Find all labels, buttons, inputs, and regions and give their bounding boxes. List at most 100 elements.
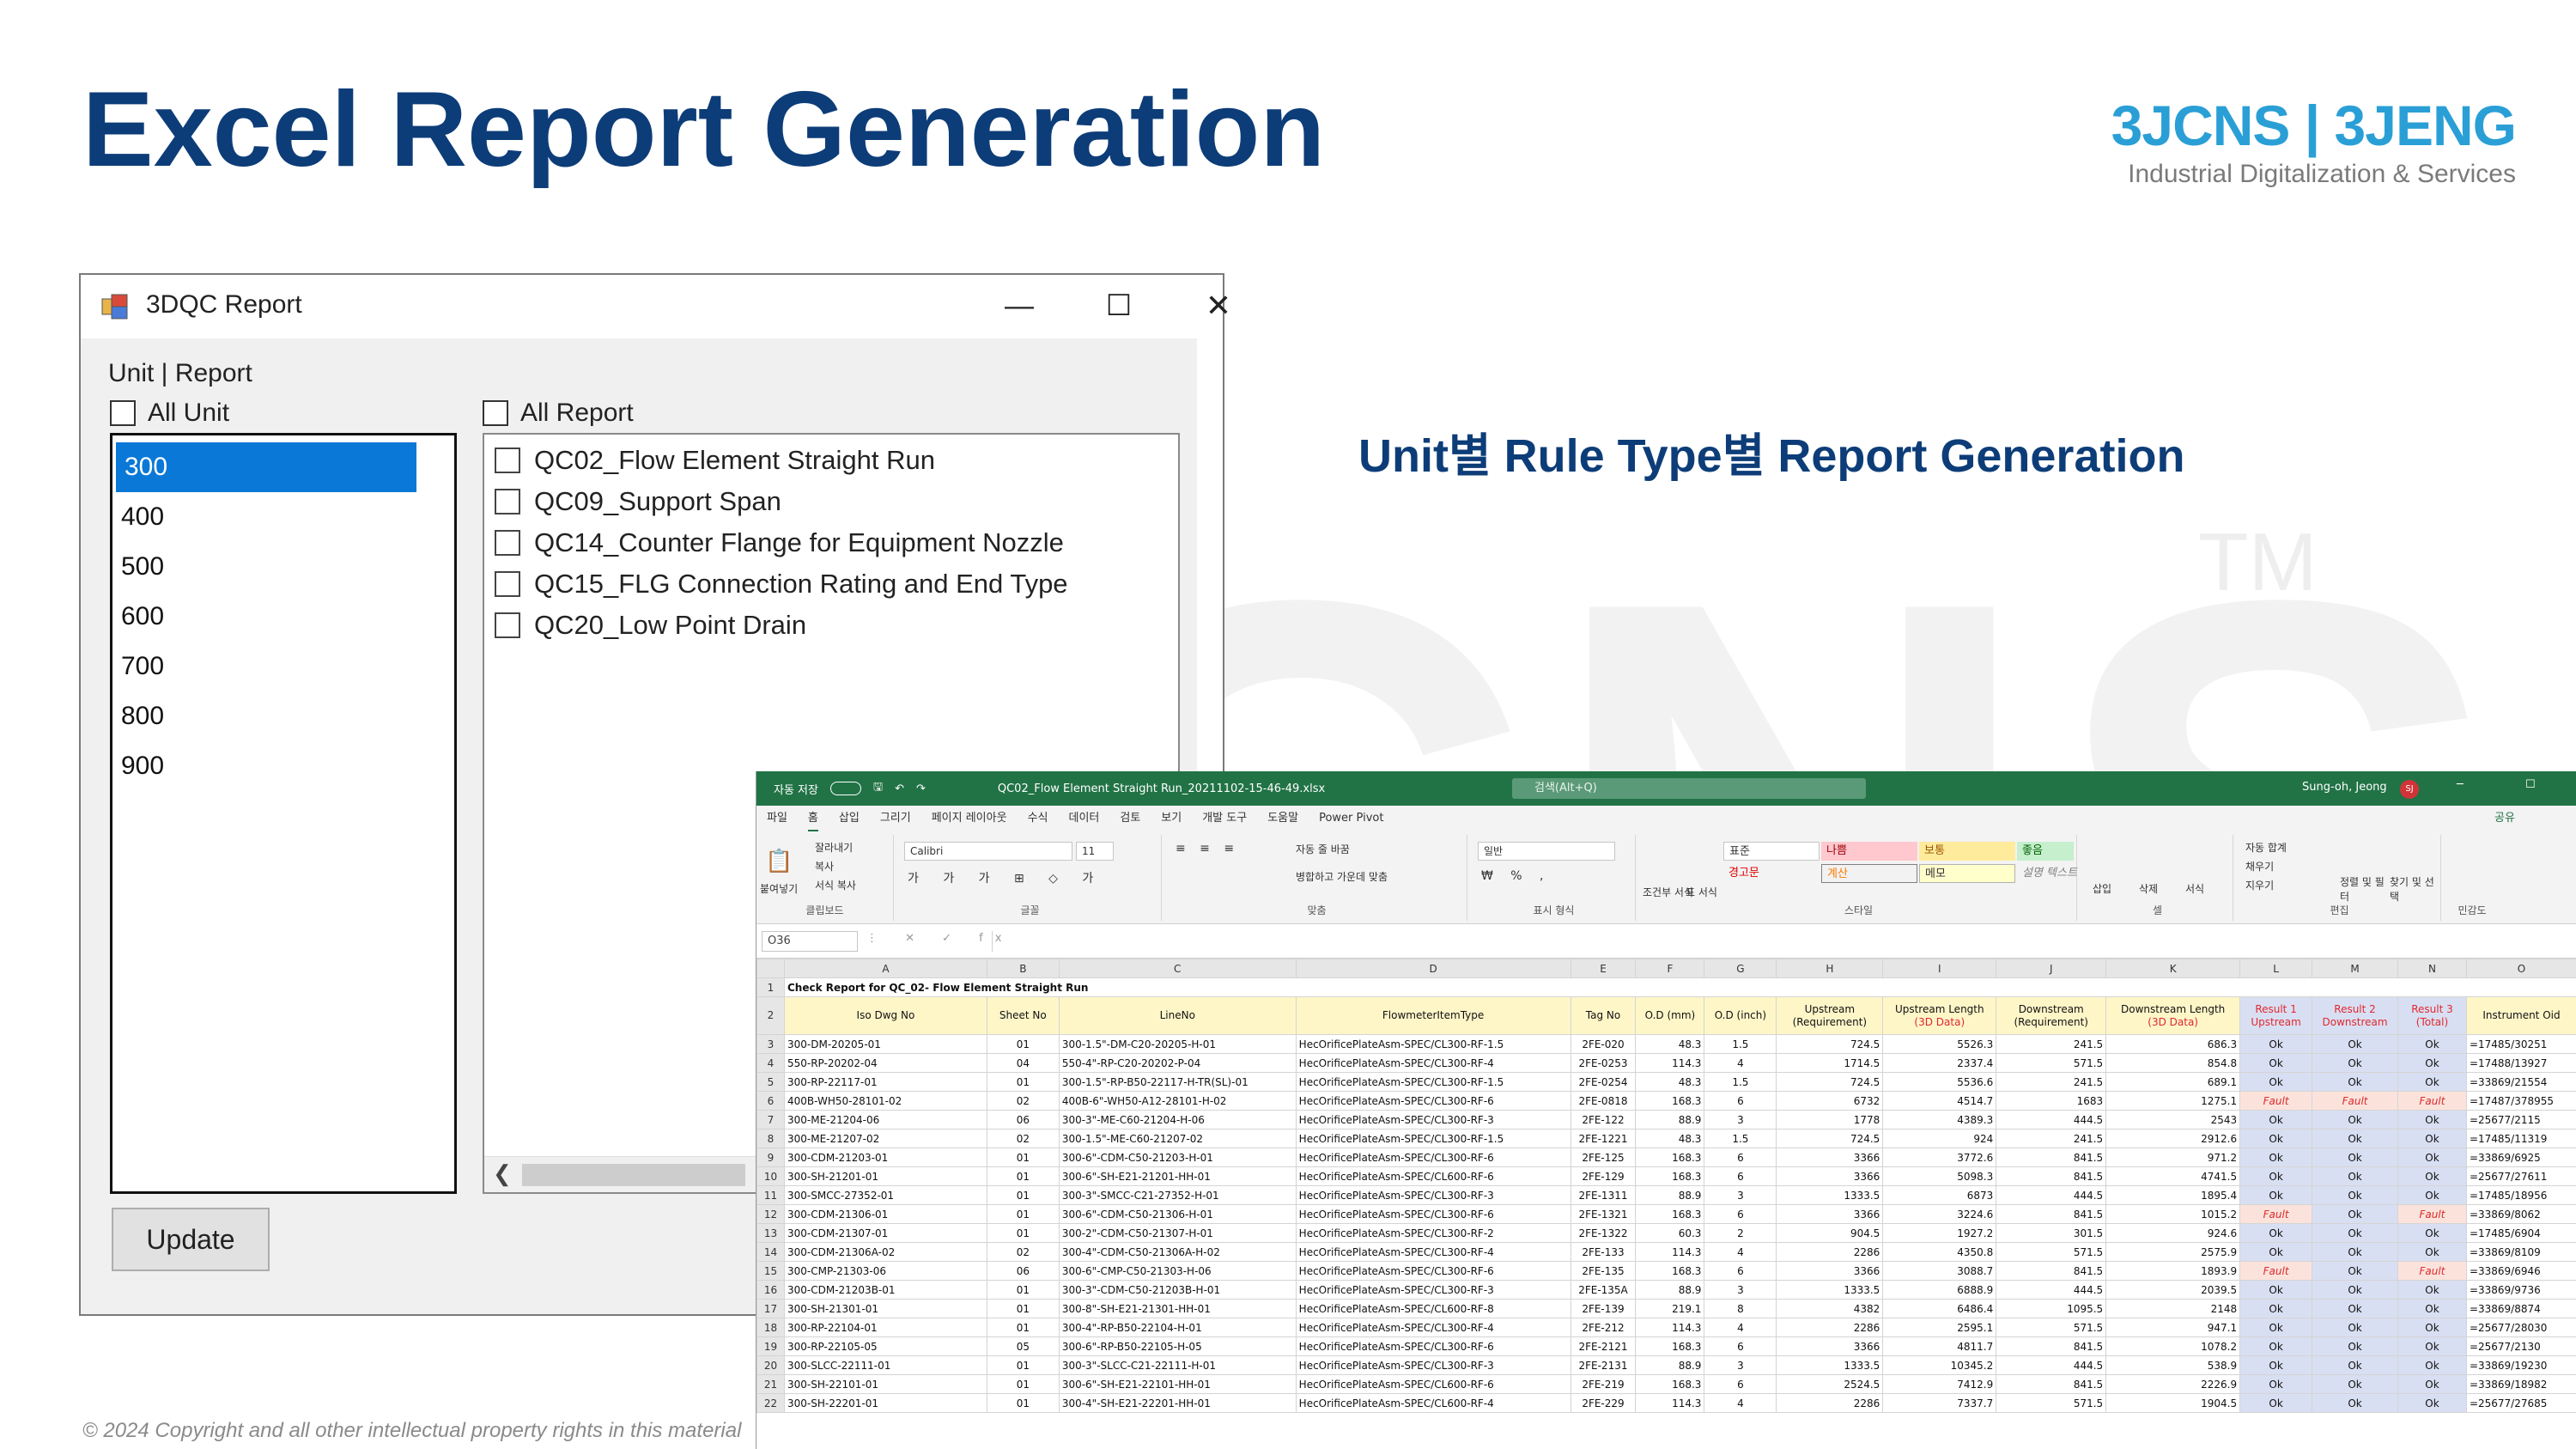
row-number[interactable]: 15: [756, 1261, 785, 1281]
table-cell[interactable]: =33869/21554: [2465, 1072, 2576, 1092]
style-calc[interactable]: 계산: [1821, 864, 1917, 883]
table-cell[interactable]: 06: [986, 1110, 1060, 1129]
header-cell[interactable]: Instrument Oid: [2465, 996, 2576, 1035]
table-cell[interactable]: 168.3: [1635, 1204, 1705, 1224]
table-cell[interactable]: Ok: [2312, 1336, 2398, 1356]
tab-insert[interactable]: 삽입: [839, 806, 860, 831]
checkbox-icon[interactable]: [110, 400, 136, 426]
table-cell[interactable]: 2039.5: [2105, 1280, 2241, 1300]
col-header-c[interactable]: C: [1058, 959, 1297, 978]
style-neutral[interactable]: 보통: [1919, 842, 2015, 861]
table-cell[interactable]: 01: [986, 1374, 1060, 1394]
table-cell[interactable]: =33869/18982: [2465, 1374, 2576, 1394]
scroll-left-icon[interactable]: ❮: [493, 1160, 512, 1187]
table-cell[interactable]: 10345.2: [1882, 1355, 1997, 1375]
row-number[interactable]: 10: [756, 1166, 785, 1186]
row-number[interactable]: 6: [756, 1091, 785, 1111]
row-number[interactable]: 2: [756, 996, 785, 1035]
table-cell[interactable]: 924.6: [2105, 1223, 2241, 1243]
col-header-n[interactable]: N: [2397, 959, 2467, 978]
table-cell[interactable]: 1078.2: [2105, 1336, 2241, 1356]
table-cell[interactable]: 2FE-020: [1570, 1034, 1637, 1054]
header-cell[interactable]: FlowmeterItemType: [1295, 996, 1571, 1035]
row-number[interactable]: 5: [756, 1072, 785, 1092]
table-cell[interactable]: 2286: [1776, 1242, 1884, 1262]
table-cell[interactable]: Fault: [2239, 1091, 2313, 1111]
table-cell[interactable]: Ok: [2239, 1299, 2313, 1318]
table-cell[interactable]: 2FE-1221: [1570, 1129, 1637, 1148]
table-cell[interactable]: HecOrificePlateAsm-SPEC/CL300-RF-2: [1295, 1223, 1571, 1243]
table-cell[interactable]: 1904.5: [2105, 1393, 2241, 1413]
table-cell[interactable]: HecOrificePlateAsm-SPEC/CL300-RF-3: [1295, 1280, 1571, 1300]
autosum-button[interactable]: 자동 합계: [2245, 840, 2287, 855]
table-cell[interactable]: 5526.3: [1882, 1034, 1997, 1054]
table-cell[interactable]: Ok: [2239, 1355, 2313, 1375]
table-cell[interactable]: 300-6"-CDM-C50-21306-H-01: [1058, 1204, 1297, 1224]
table-cell[interactable]: 2286: [1776, 1318, 1884, 1337]
table-cell[interactable]: 2FE-125: [1570, 1148, 1637, 1167]
table-cell[interactable]: 300-3"-SMCC-C21-27352-H-01: [1058, 1185, 1297, 1205]
table-cell[interactable]: Ok: [2239, 1185, 2313, 1205]
table-cell[interactable]: Ok: [2312, 1318, 2398, 1337]
table-cell[interactable]: 2FE-139: [1570, 1299, 1637, 1318]
table-cell[interactable]: Ok: [2397, 1072, 2467, 1092]
sensitivity-label[interactable]: 민감도: [2446, 903, 2498, 917]
table-cell[interactable]: Ok: [2312, 1053, 2398, 1073]
table-cell[interactable]: Ok: [2397, 1148, 2467, 1167]
row-number[interactable]: 16: [756, 1280, 785, 1300]
table-cell[interactable]: 219.1: [1635, 1299, 1705, 1318]
table-cell[interactable]: 300-SH-21201-01: [783, 1166, 987, 1186]
table-cell[interactable]: Ok: [2239, 1374, 2313, 1394]
col-header-i[interactable]: I: [1882, 959, 1997, 978]
table-cell[interactable]: 5536.6: [1882, 1072, 1997, 1092]
tab-power-pivot[interactable]: Power Pivot: [1319, 806, 1383, 831]
undo-icon[interactable]: ↶: [895, 782, 904, 795]
table-cell[interactable]: 2FE-2131: [1570, 1355, 1637, 1375]
style-warning[interactable]: 경고문: [1723, 864, 1820, 883]
table-cell[interactable]: 4: [1704, 1318, 1777, 1337]
tab-help[interactable]: 도움말: [1267, 806, 1298, 831]
table-cell[interactable]: 1.5: [1704, 1072, 1777, 1092]
table-cell[interactable]: 854.8: [2105, 1053, 2241, 1073]
table-cell[interactable]: Fault: [2239, 1204, 2313, 1224]
close-icon[interactable]: ✕: [1199, 287, 1238, 325]
table-cell[interactable]: Ok: [2312, 1072, 2398, 1092]
table-cell[interactable]: 4811.7: [1882, 1336, 1997, 1356]
paste-icon[interactable]: 📋: [765, 849, 793, 874]
table-cell[interactable]: Fault: [2397, 1261, 2467, 1281]
table-cell[interactable]: 168.3: [1635, 1261, 1705, 1281]
table-cell[interactable]: Ok: [2239, 1110, 2313, 1129]
table-cell[interactable]: 1927.2: [1882, 1223, 1997, 1243]
table-cell[interactable]: HecOrificePlateAsm-SPEC/CL300-RF-4: [1295, 1053, 1571, 1073]
header-cell[interactable]: Result 2 Downstream: [2312, 996, 2398, 1035]
table-cell[interactable]: 114.3: [1635, 1242, 1705, 1262]
table-cell[interactable]: 1015.2: [2105, 1204, 2241, 1224]
table-cell[interactable]: =17485/11319: [2465, 1129, 2576, 1148]
header-cell[interactable]: Upstream Length (3D Data): [1882, 996, 1997, 1035]
table-cell[interactable]: HecOrificePlateAsm-SPEC/CL600-RF-6: [1295, 1166, 1571, 1186]
table-cell[interactable]: 2337.4: [1882, 1053, 1997, 1073]
table-cell[interactable]: 1.5: [1704, 1034, 1777, 1054]
tab-formulas[interactable]: 수식: [1028, 806, 1048, 831]
table-cell[interactable]: 6732: [1776, 1091, 1884, 1111]
table-cell[interactable]: =25677/2130: [2465, 1336, 2576, 1356]
table-cell[interactable]: 841.5: [1996, 1374, 2107, 1394]
table-cell[interactable]: 4350.8: [1882, 1242, 1997, 1262]
formula-input[interactable]: [992, 931, 2576, 952]
table-cell[interactable]: Ok: [2239, 1072, 2313, 1092]
table-cell[interactable]: 689.1: [2105, 1072, 2241, 1092]
table-cell[interactable]: 2226.9: [2105, 1374, 2241, 1394]
table-cell[interactable]: 300-SH-21301-01: [783, 1299, 987, 1318]
table-cell[interactable]: =25677/2115: [2465, 1110, 2576, 1129]
table-cell[interactable]: 05: [986, 1336, 1060, 1356]
table-cell[interactable]: 168.3: [1635, 1336, 1705, 1356]
minimize-icon[interactable]: —: [999, 287, 1039, 325]
table-cell[interactable]: 4389.3: [1882, 1110, 1997, 1129]
merge-center-button[interactable]: 병합하고 가운데 맞춤: [1296, 869, 1388, 884]
table-cell[interactable]: 168.3: [1635, 1166, 1705, 1186]
table-cell[interactable]: Fault: [2397, 1091, 2467, 1111]
table-cell[interactable]: 724.5: [1776, 1072, 1884, 1092]
table-cell[interactable]: 02: [986, 1242, 1060, 1262]
table-cell[interactable]: Ok: [2239, 1223, 2313, 1243]
table-cell[interactable]: 6: [1704, 1091, 1777, 1111]
